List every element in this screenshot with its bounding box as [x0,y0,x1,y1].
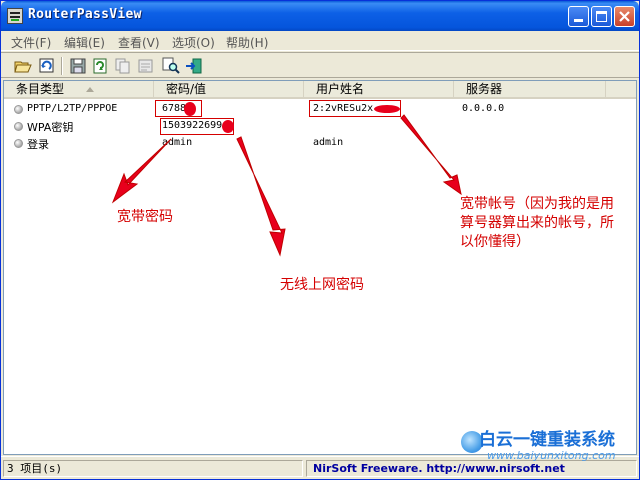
app-window: RouterPassView 文件(F) 编辑(E) 查看(V) 选项(O) 帮… [0,0,640,480]
exit-icon[interactable] [185,57,203,75]
annotation-wireless-password: 无线上网密码 [280,277,364,293]
close-icon [619,11,630,22]
password-list[interactable]: 条目类型 密码/值 用户姓名 服务器 PPTP/L2TP/PPPOE 6788 … [3,80,637,455]
toolbar-separator [61,57,63,75]
menu-file[interactable]: 文件(F) [11,34,51,51]
open-folder-icon[interactable] [14,57,32,75]
menu-bar: 文件(F) 编辑(E) 查看(V) 选项(O) 帮助(H) [1,31,639,51]
annotation-line: 算号器算出来的帐号，所 [460,215,614,231]
refresh-icon[interactable] [38,57,56,75]
watermark-name: 白云一键重装系统 [479,430,615,450]
copy-html-icon[interactable] [91,57,109,75]
status-item-count: 3 项目(s) [3,460,303,477]
close-button[interactable] [614,6,635,27]
watermark: 白云一键重装系统 www.baiyunxitong.com [461,425,639,465]
window-title: RouterPassView [28,7,142,22]
annotation-line: 宽带帐号（因为我的是用 [460,196,614,212]
menu-help[interactable]: 帮助(H) [226,34,268,51]
annotation-broadband-account: 宽带帐号（因为我的是用 算号器算出来的帐号，所 以你懂得） [460,195,636,252]
annotation-line: 以你懂得） [460,234,530,250]
menu-options[interactable]: 选项(O) [172,34,215,51]
title-bar[interactable]: RouterPassView [1,1,639,31]
toolbar [1,52,639,78]
arrow-broadband-password [111,138,172,204]
arrow-wireless-password [236,136,286,257]
save-icon[interactable] [69,57,87,75]
annotation-broadband-password: 宽带密码 [117,209,173,225]
maximize-icon [596,11,607,22]
menu-view[interactable]: 查看(V) [118,34,160,51]
watermark-url: www.baiyunxitong.com [487,449,616,462]
app-icon[interactable] [7,8,23,24]
minimize-icon [574,19,583,22]
minimize-button[interactable] [568,6,589,27]
menu-edit[interactable]: 编辑(E) [64,34,105,51]
find-icon[interactable] [162,57,180,75]
annotation-arrows [111,114,462,257]
maximize-button[interactable] [591,6,612,27]
arrow-broadband-account [400,114,462,196]
copy-icon[interactable] [114,57,132,75]
properties-icon[interactable] [137,57,155,75]
